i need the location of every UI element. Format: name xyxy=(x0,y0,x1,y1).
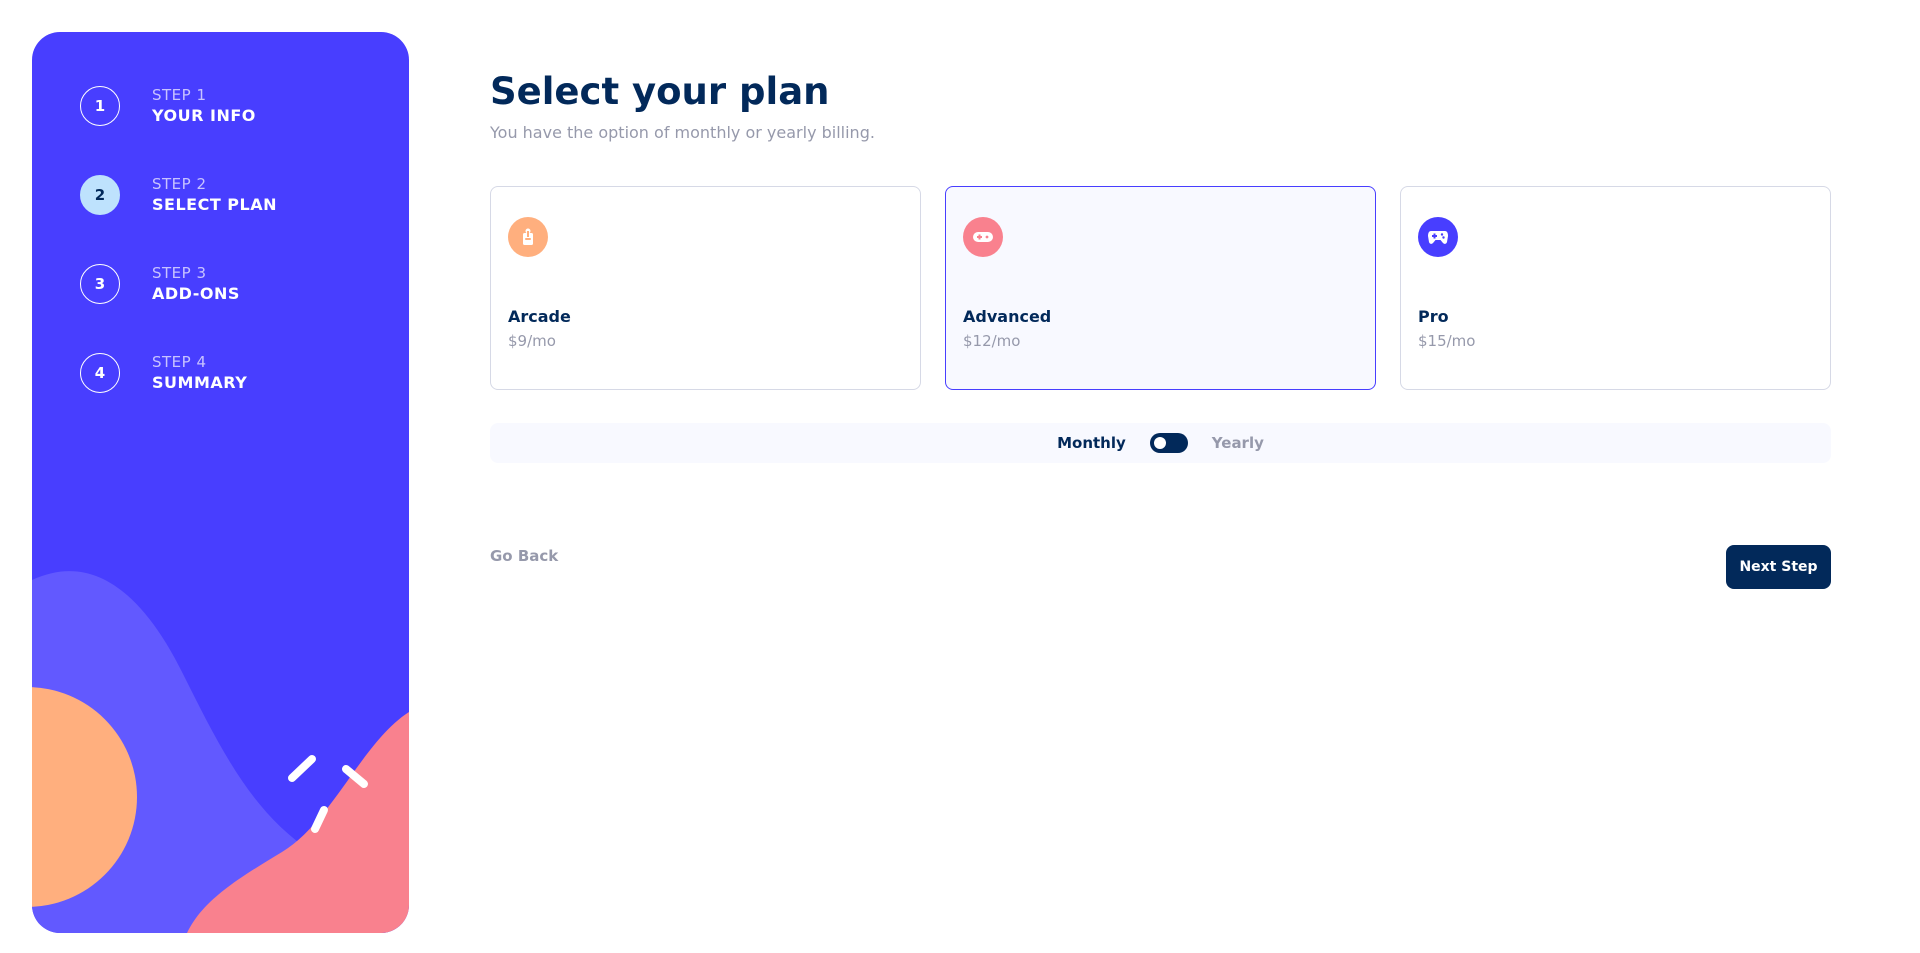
plan-options: Arcade $9/mo Advanced $12/mo Pro $15/mo xyxy=(490,186,1831,390)
main-content: Select your plan You have the option of … xyxy=(490,0,1831,953)
plan-price: $15/mo xyxy=(1418,332,1476,350)
step-number: 1 xyxy=(80,86,120,126)
billing-toggle-bar: Monthly Yearly xyxy=(490,423,1831,463)
step-number: 3 xyxy=(80,264,120,304)
step-title: ADD-ONS xyxy=(152,284,240,303)
gamepad-icon xyxy=(963,217,1003,257)
plan-name: Pro xyxy=(1418,307,1449,326)
step-title: SELECT PLAN xyxy=(152,195,277,214)
step-text: STEP 4 SUMMARY xyxy=(152,352,247,394)
step-kicker: STEP 2 xyxy=(152,175,207,193)
page-title: Select your plan xyxy=(490,70,830,113)
step-select-plan[interactable]: 2 STEP 2 SELECT PLAN xyxy=(80,175,277,215)
page-subtitle: You have the option of monthly or yearly… xyxy=(490,123,875,142)
step-title: YOUR INFO xyxy=(152,106,256,125)
plan-card-arcade[interactable]: Arcade $9/mo xyxy=(490,186,921,390)
step-number: 2 xyxy=(80,175,120,215)
plan-name: Arcade xyxy=(508,307,571,326)
plan-price: $9/mo xyxy=(508,332,556,350)
billing-yearly-label[interactable]: Yearly xyxy=(1212,434,1264,452)
step-title: SUMMARY xyxy=(152,373,248,392)
arcade-icon xyxy=(508,217,548,257)
next-step-button[interactable]: Next Step xyxy=(1726,545,1831,589)
step-summary[interactable]: 4 STEP 4 SUMMARY xyxy=(80,353,277,393)
step-kicker: STEP 4 xyxy=(152,353,207,371)
step-add-ons[interactable]: 3 STEP 3 ADD-ONS xyxy=(80,264,277,304)
step-text: STEP 1 YOUR INFO xyxy=(152,85,256,127)
step-number: 4 xyxy=(80,353,120,393)
sidebar: 1 STEP 1 YOUR INFO 2 STEP 2 SELECT PLAN … xyxy=(32,32,409,933)
step-kicker: STEP 3 xyxy=(152,264,207,282)
plan-card-pro[interactable]: Pro $15/mo xyxy=(1400,186,1831,390)
step-text: STEP 3 ADD-ONS xyxy=(152,263,240,305)
go-back-link[interactable]: Go Back xyxy=(490,547,558,565)
plan-name: Advanced xyxy=(963,307,1052,326)
step-text: STEP 2 SELECT PLAN xyxy=(152,174,277,216)
plan-price: $12/mo xyxy=(963,332,1021,350)
step-list: 1 STEP 1 YOUR INFO 2 STEP 2 SELECT PLAN … xyxy=(80,86,277,442)
plan-card-advanced[interactable]: Advanced $12/mo xyxy=(945,186,1376,390)
controller-icon xyxy=(1418,217,1458,257)
step-your-info[interactable]: 1 STEP 1 YOUR INFO xyxy=(80,86,277,126)
toggle-knob xyxy=(1153,437,1166,449)
step-kicker: STEP 1 xyxy=(152,86,207,104)
billing-toggle[interactable] xyxy=(1149,433,1188,453)
billing-monthly-label[interactable]: Monthly xyxy=(1057,434,1126,452)
